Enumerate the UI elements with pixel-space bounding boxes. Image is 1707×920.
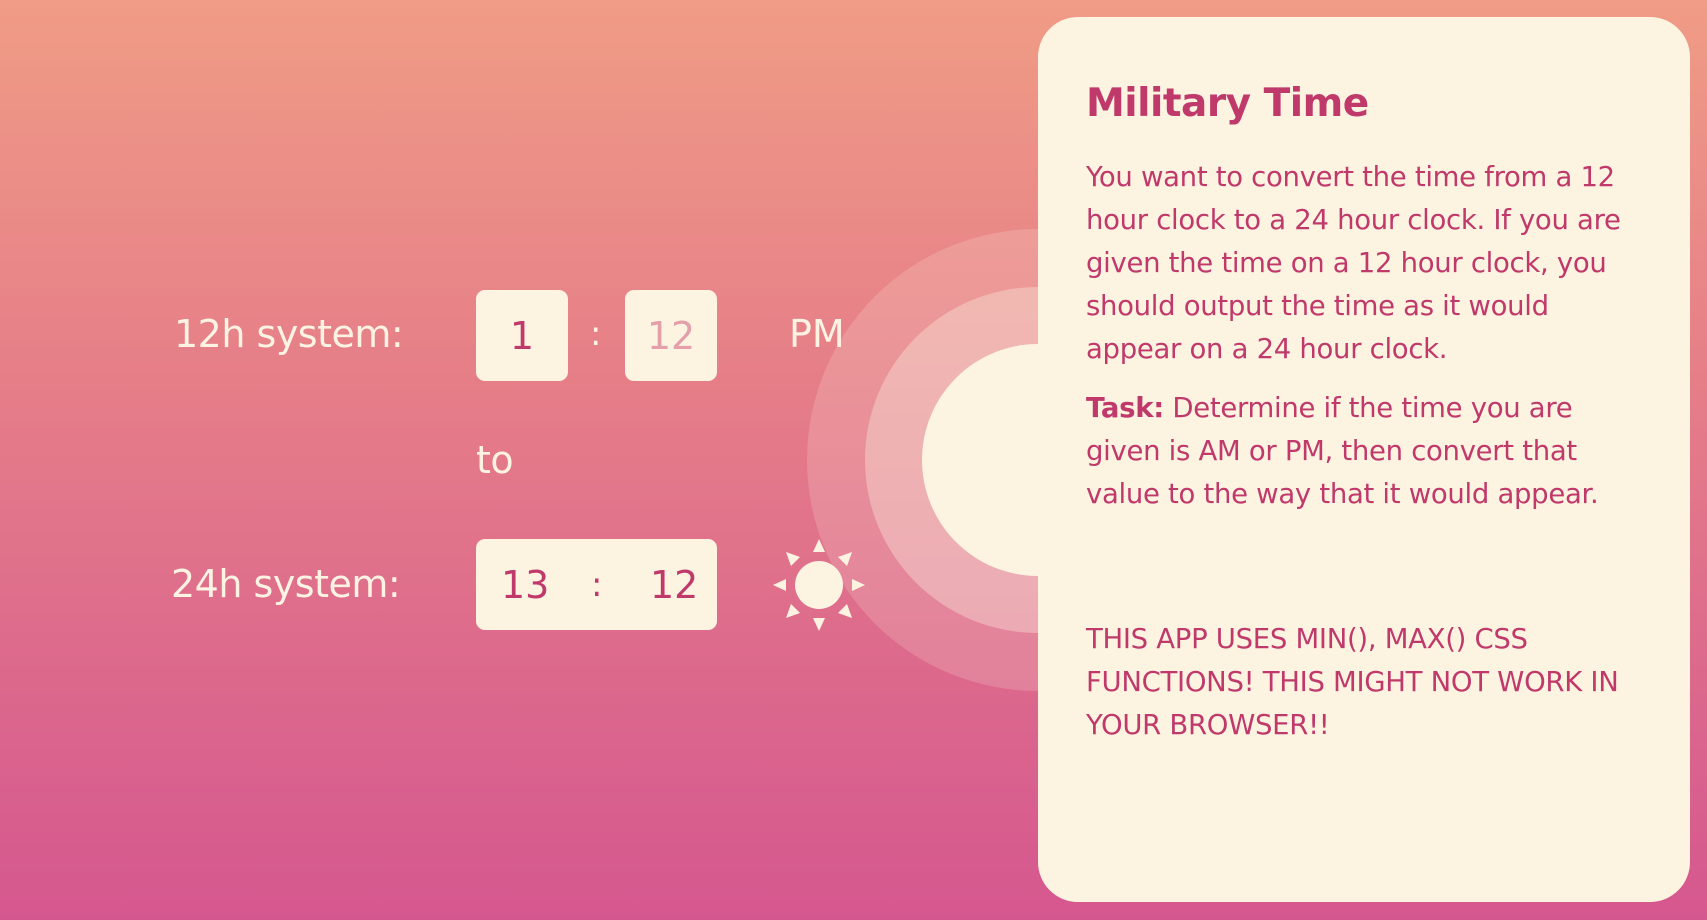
card-description: You want to convert the time from a 12 h…	[1086, 161, 1621, 365]
minute-24h-output: 12	[650, 563, 699, 607]
card-task: Task: Determine if the time you are give…	[1086, 387, 1642, 516]
browser-warning: THIS APP USES MIN(), MAX() CSS FUNCTIONS…	[1086, 623, 1619, 741]
separator-12h: :	[590, 314, 602, 354]
hour-24h-output: 13	[501, 563, 550, 607]
hour-12h-input[interactable]: 1	[476, 290, 568, 381]
meridiem-indicator: PM	[789, 312, 845, 356]
info-card: Military Time You want to convert the ti…	[1038, 17, 1690, 902]
label-24h-system: 24h system:	[171, 562, 401, 606]
separator-24h: :	[591, 565, 603, 605]
label-12h-system: 12h system:	[174, 312, 404, 356]
sun-icon	[773, 539, 865, 631]
connector-text: to	[476, 438, 514, 482]
card-title: Military Time	[1086, 81, 1369, 126]
minute-12h-input[interactable]: 12	[625, 290, 717, 381]
task-label: Task:	[1086, 392, 1164, 424]
time-24h-output: 13 : 12	[476, 539, 717, 630]
